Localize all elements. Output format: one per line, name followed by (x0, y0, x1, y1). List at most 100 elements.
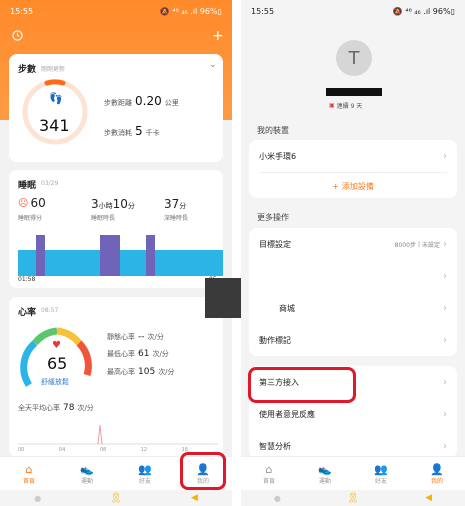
avatar[interactable]: T (336, 40, 372, 76)
system-nav: ● 🎗 ◀ (241, 490, 465, 506)
resting-unit: 次/分 (147, 333, 164, 341)
chevron-right-icon: › (443, 408, 447, 420)
sleep-duration-label: 睡眠時長 (91, 215, 116, 222)
min-unit: 次/分 (152, 350, 169, 358)
add-device-label: 添加設備 (341, 181, 374, 191)
sleep-title: 睡眠 (18, 181, 37, 191)
distance-unit: 公里 (164, 99, 179, 107)
sleep-deep-row: 37 分 (164, 197, 186, 211)
resting-value: -- (138, 332, 145, 342)
device-name: 小米手環6 (259, 151, 297, 161)
min-row: 最低心率 61 次/分 (107, 349, 169, 359)
distance-value: 0.20 (135, 94, 162, 108)
sleep-mins-unit: 分 (127, 202, 135, 210)
nav-friends[interactable]: 👥 好友 (361, 463, 401, 485)
chevron-right-icon: › (443, 440, 447, 452)
ribbon-icon[interactable]: 🎗 (347, 493, 360, 504)
circle-icon[interactable]: ● (274, 494, 281, 503)
nav-workout[interactable]: 👟 運動 (305, 463, 345, 485)
nav-workout[interactable]: 👟 運動 (67, 463, 107, 485)
avatar-letter: T (348, 47, 360, 69)
device-row[interactable]: 小米手環6 › (249, 140, 457, 172)
heart-value: 65 (47, 354, 68, 373)
bottom-nav: ⌂ 首頁 👟 運動 👥 好友 👤 我的 (241, 456, 465, 491)
goal-row[interactable]: 目標設定 8000步 | 未設定 › (249, 228, 457, 260)
calories-unit: 千卡 (145, 129, 160, 137)
nav-home[interactable]: ⌂ 首頁 (249, 463, 289, 485)
highlight-profile-tab (180, 452, 226, 490)
footprint-icon: 👣 (49, 92, 63, 105)
chevron-right-icon: › (443, 376, 447, 388)
add-device-button[interactable]: + 添加設備 (249, 170, 457, 202)
plus-icon[interactable]: + (212, 28, 224, 44)
chevron-right-icon: › (443, 270, 447, 282)
goal-sep: | (417, 240, 420, 248)
status-time: 15:55 (251, 6, 275, 16)
calories-label: 步數消耗 (104, 129, 132, 137)
back-icon[interactable]: ◀ (191, 493, 198, 503)
heart-rate-card[interactable]: 心率 08:57 ♥ 65 舒緩放鬆 靜態心率 -- 次/分 最低心率 61 次… (9, 297, 223, 457)
tag-row[interactable]: 動作標記 › (249, 324, 457, 356)
home-icon: ⌂ (25, 463, 33, 476)
heart-axis: 00 04 08 12 16 (18, 447, 188, 453)
sleep-duration-row: 3 小時 10 分 (91, 197, 135, 211)
max-label: 最高心率 (107, 368, 135, 376)
more-section-label: 更多操作 (257, 213, 289, 222)
sleep-hours: 3 (91, 197, 99, 211)
nav-workout-label: 運動 (80, 478, 93, 485)
sleep-date: 03/29 (41, 180, 59, 187)
tag-label: 動作標記 (259, 335, 291, 345)
clock-icon[interactable] (12, 30, 23, 41)
steps-distance-row: 步數距離 0.20 公里 (104, 94, 179, 108)
sad-face-icon: ☹ (18, 197, 29, 209)
nav-profile[interactable]: 👤 我的 (417, 463, 457, 485)
heart-state: 舒緩放鬆 (41, 378, 69, 386)
shop-label: 商城 (279, 303, 295, 313)
steps-card[interactable]: 步數 剛剛更新 ⌄ 👣 341 步數距離 0.20 公里 步數消耗 5 千卡 (9, 54, 223, 162)
sleep-start-time: 01:58 (18, 276, 36, 283)
goal-extra: 未設定 (421, 241, 440, 249)
chevron-right-icon: › (443, 302, 447, 314)
shoe-icon: 👟 (318, 463, 332, 476)
max-value: 105 (138, 367, 156, 377)
resting-row: 靜態心率 -- 次/分 (107, 332, 164, 342)
goal-label: 目標設定 (259, 239, 291, 249)
chevron-right-icon: › (443, 150, 447, 162)
right-phone-screen: 15:55 🔕 ⁴⁶ ₄₆ .ıl 96%▯ T ▣ 連續 9 天 我的裝置 小… (241, 0, 465, 506)
nav-workout-label: 運動 (318, 478, 331, 485)
nav-friends[interactable]: 👥 好友 (125, 463, 165, 485)
resting-label: 靜態心率 (107, 333, 135, 341)
steps-calories-row: 步數消耗 5 千卡 (104, 124, 160, 138)
distance-label: 步數距離 (104, 99, 132, 107)
username-redacted (326, 88, 382, 96)
sleep-card[interactable]: 睡眠 03/29 ☹ 60 睡眠得分 3 小時 10 分 睡眠時長 37 分 深… (9, 170, 223, 288)
smart-label: 智慧分析 (259, 441, 291, 451)
sleep-deep: 37 (164, 197, 180, 211)
plus-icon: + (332, 181, 339, 191)
axis-tick: 08 (99, 447, 107, 453)
left-phone-screen: 15:55 🔕 ⁴⁶ ₄₆ .ıl 96%▯ + 步數 剛剛更新 ⌄ 👣 341… (0, 0, 232, 506)
axis-tick: 00 (18, 447, 25, 453)
back-icon[interactable]: ◀ (425, 493, 432, 503)
heart-icon: ♥ (52, 340, 61, 351)
hidden-row[interactable]: › (249, 260, 457, 292)
nav-friends-label: 好友 (374, 478, 387, 485)
ribbon-icon[interactable]: 🎗 (110, 493, 123, 504)
allday-value: 78 (63, 403, 75, 413)
feedback-label: 使用者意見反應 (259, 409, 315, 419)
home-icon: ⌂ (265, 463, 273, 476)
min-label: 最低心率 (107, 350, 135, 358)
nav-home[interactable]: ⌂ 首頁 (9, 463, 49, 485)
highlight-third-party (248, 367, 356, 403)
steps-count: 341 (39, 116, 70, 135)
circle-icon[interactable]: ● (34, 494, 41, 503)
shop-row[interactable]: 商城 › (249, 292, 457, 324)
sleep-deep-label: 深睡時長 (164, 215, 189, 222)
steps-updated: 剛剛更新 (41, 66, 66, 73)
chevron-right-icon: › (443, 238, 447, 250)
chevron-down-icon[interactable]: ⌄ (209, 60, 217, 70)
status-time: 15:55 (10, 6, 34, 16)
system-nav: ● 🎗 ◀ (0, 490, 232, 506)
sleep-hours-unit: 小時 (98, 202, 113, 210)
status-icons: 🔕 ⁴⁶ ₄₆ .ıl 96%▯ (392, 6, 455, 16)
